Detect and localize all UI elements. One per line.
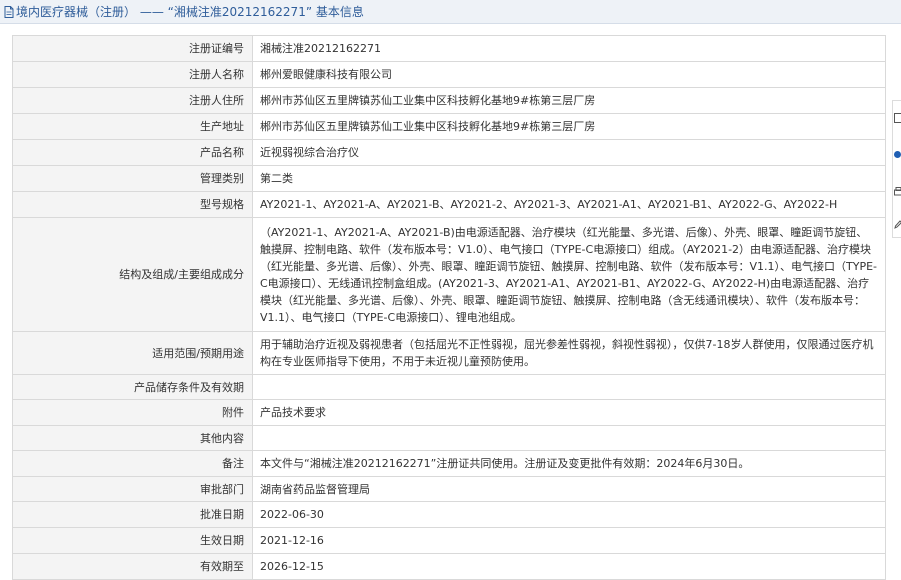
table-row: 其他内容 [12, 425, 886, 451]
field-value: 湖南省药品监督管理局 [252, 476, 886, 502]
field-value: 2026-12-15 [252, 553, 886, 580]
table-row: 注册人住所 郴州市苏仙区五里牌镇苏仙工业集中区科技孵化基地9#栋第三层厂房 [12, 87, 886, 114]
table-row: 结构及组成/主要组成成分 （AY2021-1、AY2021-A、AY2021-B… [12, 217, 886, 332]
field-label: 生产地址 [12, 113, 253, 140]
floating-side-toolbar[interactable] [892, 100, 901, 238]
share-icon[interactable] [894, 113, 901, 126]
field-value: 郴州市苏仙区五里牌镇苏仙工业集中区科技孵化基地9#栋第三层厂房 [252, 87, 886, 114]
field-label: 备注 [12, 450, 253, 477]
field-value: 2021-12-16 [252, 527, 886, 554]
field-label: 产品名称 [12, 139, 253, 166]
field-label: 产品储存条件及有效期 [12, 374, 253, 400]
field-value: 湘械注准20212162271 [252, 35, 886, 62]
table-row: 适用范围/预期用途 用于辅助治疗近视及弱视患者（包括屈光不正性弱视，屈光参差性弱… [12, 331, 886, 375]
field-value: （AY2021-1、AY2021-A、AY2021-B)由电源适配器、治疗模块（… [252, 217, 886, 332]
edit-icon[interactable] [894, 219, 901, 232]
field-label: 其他内容 [12, 425, 253, 451]
table-row: 注册人名称 郴州爱眼健康科技有限公司 [12, 61, 886, 88]
document-icon [4, 5, 14, 18]
field-label: 注册人名称 [12, 61, 253, 88]
contact-icon[interactable] [894, 151, 901, 158]
print-icon[interactable] [894, 187, 901, 200]
field-label: 附件 [12, 399, 253, 426]
table-row: 产品名称 近视弱视综合治疗仪 [12, 139, 886, 166]
field-label: 批准日期 [12, 501, 253, 528]
field-value: 郴州市苏仙区五里牌镇苏仙工业集中区科技孵化基地9#栋第三层厂房 [252, 113, 886, 140]
field-label: 注册人住所 [12, 87, 253, 114]
table-row: 有效期至 2026-12-15 [12, 553, 886, 580]
field-value [252, 374, 886, 400]
field-label: 有效期至 [12, 553, 253, 580]
table-row: 生效日期 2021-12-16 [12, 527, 886, 554]
field-label: 管理类别 [12, 165, 253, 192]
table-row: 注册证编号 湘械注准20212162271 [12, 35, 886, 62]
field-label: 结构及组成/主要组成成分 [12, 217, 253, 332]
table-row: 型号规格 AY2021-1、AY2021-A、AY2021-B、AY2021-2… [12, 191, 886, 218]
table-row: 产品储存条件及有效期 [12, 374, 886, 400]
field-label: 适用范围/预期用途 [12, 331, 253, 375]
field-label: 生效日期 [12, 527, 253, 554]
field-label: 型号规格 [12, 191, 253, 218]
field-value: 产品技术要求 [252, 399, 886, 426]
table-row: 生产地址 郴州市苏仙区五里牌镇苏仙工业集中区科技孵化基地9#栋第三层厂房 [12, 113, 886, 140]
table-row: 批准日期 2022-06-30 [12, 501, 886, 528]
field-value: 2022-06-30 [252, 501, 886, 528]
field-value: 第二类 [252, 165, 886, 192]
field-value: 郴州爱眼健康科技有限公司 [252, 61, 886, 88]
page-header: 境内医疗器械（注册） —— “湘械注准20212162271” 基本信息 [0, 0, 901, 24]
field-label: 注册证编号 [12, 35, 253, 62]
basic-info-table: 注册证编号 湘械注准20212162271 注册人名称 郴州爱眼健康科技有限公司… [12, 35, 886, 580]
table-row: 备注 本文件与“湘械注准20212162271”注册证共同使用。注册证及变更批件… [12, 450, 886, 477]
field-value: AY2021-1、AY2021-A、AY2021-B、AY2021-2、AY20… [252, 191, 886, 218]
field-value: 用于辅助治疗近视及弱视患者（包括屈光不正性弱视，屈光参差性弱视，斜视性弱视），仅… [252, 331, 886, 375]
field-label: 审批部门 [12, 476, 253, 502]
field-value: 本文件与“湘械注准20212162271”注册证共同使用。注册证及变更批件有效期… [252, 450, 886, 477]
table-row: 审批部门 湖南省药品监督管理局 [12, 476, 886, 502]
field-value [252, 425, 886, 451]
page-title: 境内医疗器械（注册） —— “湘械注准20212162271” 基本信息 [16, 5, 364, 19]
table-row: 管理类别 第二类 [12, 165, 886, 192]
field-value: 近视弱视综合治疗仪 [252, 139, 886, 166]
table-row: 附件 产品技术要求 [12, 399, 886, 426]
